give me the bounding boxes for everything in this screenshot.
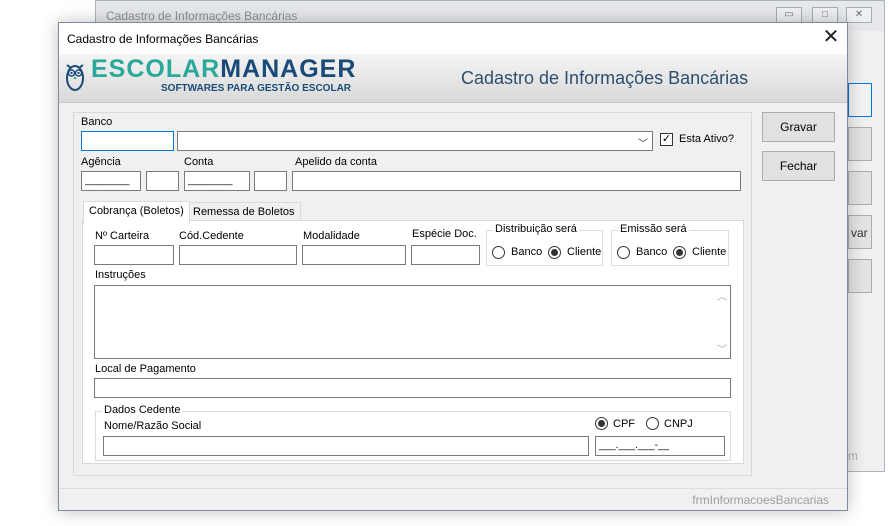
banco-label: Banco	[81, 116, 113, 128]
cpf-radio[interactable]	[595, 417, 608, 430]
conta-dv-input[interactable]	[254, 171, 287, 191]
distribuicao-cliente-radio[interactable]	[548, 246, 561, 259]
background-button-label: var	[851, 226, 868, 240]
instrucoes-textarea[interactable]: ︿ ﹀	[94, 285, 731, 359]
distribuicao-group: Distribuição será Banco Cliente	[486, 223, 603, 266]
brand-logo: ESCOLARMANAGER	[91, 55, 356, 84]
instrucoes-scrollbar[interactable]: ︿ ﹀	[713, 286, 730, 358]
distribuicao-title: Distribuição será	[493, 223, 579, 235]
local-pagamento-input[interactable]	[94, 378, 731, 398]
emissao-banco-label: Banco	[636, 246, 668, 258]
close-icon[interactable]: ✕	[846, 7, 872, 23]
nome-razao-social-input[interactable]	[103, 436, 589, 456]
status-bar: frmInformacoesBancarias	[59, 488, 847, 510]
cpf-label: CPF	[613, 418, 635, 430]
close-icon[interactable]: ✕	[815, 23, 847, 54]
header-banner: ESCOLARMANAGER SOFTWARES PARA GESTÃO ESC…	[59, 54, 847, 103]
cnpj-label: CNPJ	[664, 418, 693, 430]
banco-select[interactable]: ﹀	[177, 131, 653, 151]
scroll-up-icon[interactable]: ︿	[717, 288, 727, 303]
cod-cedente-input[interactable]	[179, 245, 297, 265]
banner-title: Cadastro de Informações Bancárias	[461, 68, 749, 88]
minimize-icon[interactable]: ▭	[776, 7, 802, 23]
fechar-button[interactable]: Fechar	[762, 151, 835, 181]
cnpj-radio[interactable]	[646, 417, 659, 430]
distribuicao-cliente-label: Cliente	[567, 246, 602, 258]
carteira-input[interactable]	[94, 245, 174, 265]
background-button-5[interactable]	[848, 259, 872, 293]
apelido-input[interactable]	[292, 171, 741, 191]
logo-tagline: SOFTWARES PARA GESTÃO ESCOLAR	[161, 83, 352, 94]
background-button-3[interactable]	[848, 171, 872, 205]
agencia-input[interactable]: ________	[81, 171, 141, 191]
local-pagamento-label: Local de Pagamento	[95, 363, 196, 375]
especie-doc-input[interactable]	[411, 245, 480, 265]
esta-ativo-checkbox[interactable]: ✓	[660, 133, 673, 146]
logo-word-1: ESCOLAR	[91, 55, 221, 83]
form-name-label: frmInformacoesBancarias	[692, 493, 829, 507]
conta-label: Conta	[184, 156, 214, 168]
chevron-down-icon[interactable]: ﹀	[638, 135, 648, 150]
carteira-label: Nº Carteira	[95, 230, 150, 242]
title-bar: Cadastro de Informações Bancárias ✕	[59, 23, 847, 54]
maximize-icon[interactable]: □	[812, 7, 838, 23]
agencia-dv-input[interactable]	[146, 171, 179, 191]
banco-code-input[interactable]	[81, 131, 174, 151]
background-button-4[interactable]: var	[848, 215, 872, 249]
owl-logo-icon	[66, 64, 84, 91]
cod-cedente-label: Cód.Cedente	[179, 230, 244, 242]
emissao-title: Emissão será	[618, 223, 689, 235]
emissao-cliente-label: Cliente	[692, 246, 727, 258]
background-button-1[interactable]	[848, 83, 872, 117]
check-icon: ✓	[661, 133, 672, 145]
nome-razao-social-label: Nome/Razão Social	[104, 420, 202, 432]
instrucoes-label: Instruções	[95, 269, 146, 281]
esta-ativo-label: Esta Ativo?	[679, 133, 735, 145]
agencia-label: Agência	[81, 156, 121, 168]
modalidade-label: Modalidade	[303, 230, 360, 242]
emissao-cliente-radio[interactable]	[673, 246, 686, 259]
apelido-label: Apelido da conta	[295, 156, 377, 168]
logo-word-2: MANAGER	[220, 55, 357, 83]
cpf-cnpj-input[interactable]: ___.___.___-__	[595, 436, 725, 456]
gravar-button[interactable]: Gravar	[762, 112, 835, 142]
tab-remessa-boletos[interactable]: Remessa de Boletos	[187, 202, 301, 222]
dialog-title: Cadastro de Informações Bancárias	[67, 32, 259, 46]
dialog-window: Cadastro de Informações Bancárias ✕ ESCO…	[58, 22, 848, 511]
distribuicao-banco-label: Banco	[511, 246, 543, 258]
background-footer-text: m	[848, 449, 858, 463]
modalidade-input[interactable]	[302, 245, 406, 265]
conta-input[interactable]: ________	[184, 171, 250, 191]
distribuicao-banco-radio[interactable]	[492, 246, 505, 259]
scroll-down-icon[interactable]: ﹀	[717, 341, 727, 356]
emissao-group: Emissão será Banco Cliente	[611, 223, 729, 266]
especie-doc-label: Espécie Doc.	[412, 228, 477, 240]
tab-cobranca-boletos[interactable]: Cobrança (Boletos)	[83, 201, 190, 224]
dados-cedente-title: Dados Cedente	[102, 404, 183, 416]
background-button-2[interactable]	[848, 127, 872, 161]
emissao-banco-radio[interactable]	[617, 246, 630, 259]
